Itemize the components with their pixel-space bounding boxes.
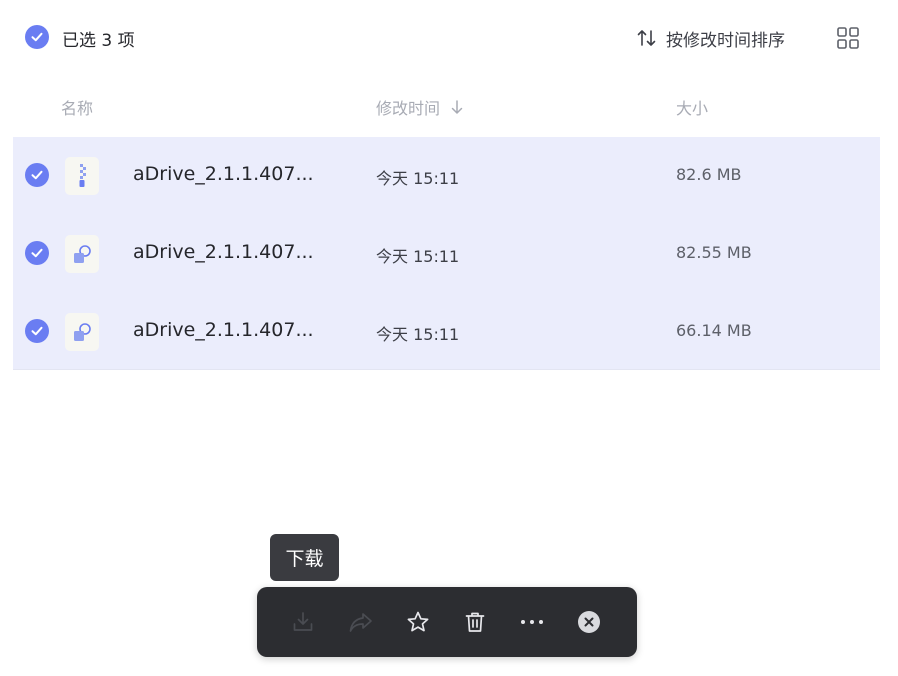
check-icon — [31, 32, 43, 42]
more-button[interactable] — [518, 608, 546, 636]
favorite-button[interactable] — [404, 608, 432, 636]
installer-file-icon — [65, 235, 99, 273]
file-modified: 今天 15:11 — [376, 169, 460, 188]
file-list: aDrive_2.1.1.407... 今天 15:11 82.6 MB aDr… — [13, 137, 880, 370]
sort-icon — [637, 30, 656, 46]
selection-action-toolbar — [257, 587, 637, 657]
star-icon — [407, 611, 429, 632]
column-header-row: 名称 修改时间 大小 — [0, 88, 898, 124]
trash-icon — [465, 612, 485, 632]
column-header-name[interactable]: 名称 — [61, 95, 93, 119]
zip-file-icon — [65, 157, 99, 195]
file-name[interactable]: aDrive_2.1.1.407... — [133, 163, 314, 185]
file-modified: 今天 15:11 — [376, 247, 460, 266]
file-name[interactable]: aDrive_2.1.1.407... — [133, 319, 314, 341]
share-button[interactable] — [347, 608, 375, 636]
file-row[interactable]: aDrive_2.1.1.407... 今天 15:11 82.6 MB — [13, 137, 880, 215]
file-row[interactable]: aDrive_2.1.1.407... 今天 15:11 66.14 MB — [13, 293, 880, 371]
more-icon — [521, 620, 543, 624]
sort-down-arrow-icon — [451, 100, 463, 114]
file-name[interactable]: aDrive_2.1.1.407... — [133, 241, 314, 263]
close-icon — [578, 611, 600, 633]
grid-view-icon — [837, 27, 859, 49]
sort-label: 按修改时间排序 — [666, 30, 785, 51]
file-size: 82.6 MB — [676, 165, 742, 184]
column-header-modified-label: 修改时间 — [376, 99, 441, 118]
sort-button[interactable]: 按修改时间排序 — [636, 26, 785, 51]
file-size: 82.55 MB — [676, 243, 752, 262]
select-all-checkbox[interactable] — [25, 25, 49, 49]
file-modified: 今天 15:11 — [376, 325, 460, 344]
delete-button[interactable] — [461, 608, 489, 636]
row-checkbox[interactable] — [25, 241, 49, 265]
check-icon — [31, 248, 43, 258]
check-icon — [31, 170, 43, 180]
selected-count: 已选 3 项 — [62, 31, 135, 51]
file-row[interactable]: aDrive_2.1.1.407... 今天 15:11 82.55 MB — [13, 215, 880, 293]
installer-file-icon — [65, 313, 99, 351]
file-size: 66.14 MB — [676, 321, 752, 340]
selection-header: 已选 3 项 按修改时间排序 — [0, 0, 898, 76]
column-header-modified[interactable]: 修改时间 — [376, 95, 464, 119]
download-button[interactable] — [289, 608, 317, 636]
close-selection-button[interactable] — [575, 608, 603, 636]
row-checkbox[interactable] — [25, 319, 49, 343]
grid-view-button[interactable] — [836, 26, 860, 50]
column-header-size[interactable]: 大小 — [676, 95, 708, 119]
check-icon — [31, 326, 43, 336]
row-checkbox[interactable] — [25, 163, 49, 187]
download-tooltip: 下载 — [270, 534, 339, 581]
download-icon — [293, 612, 313, 631]
share-icon — [349, 613, 372, 632]
